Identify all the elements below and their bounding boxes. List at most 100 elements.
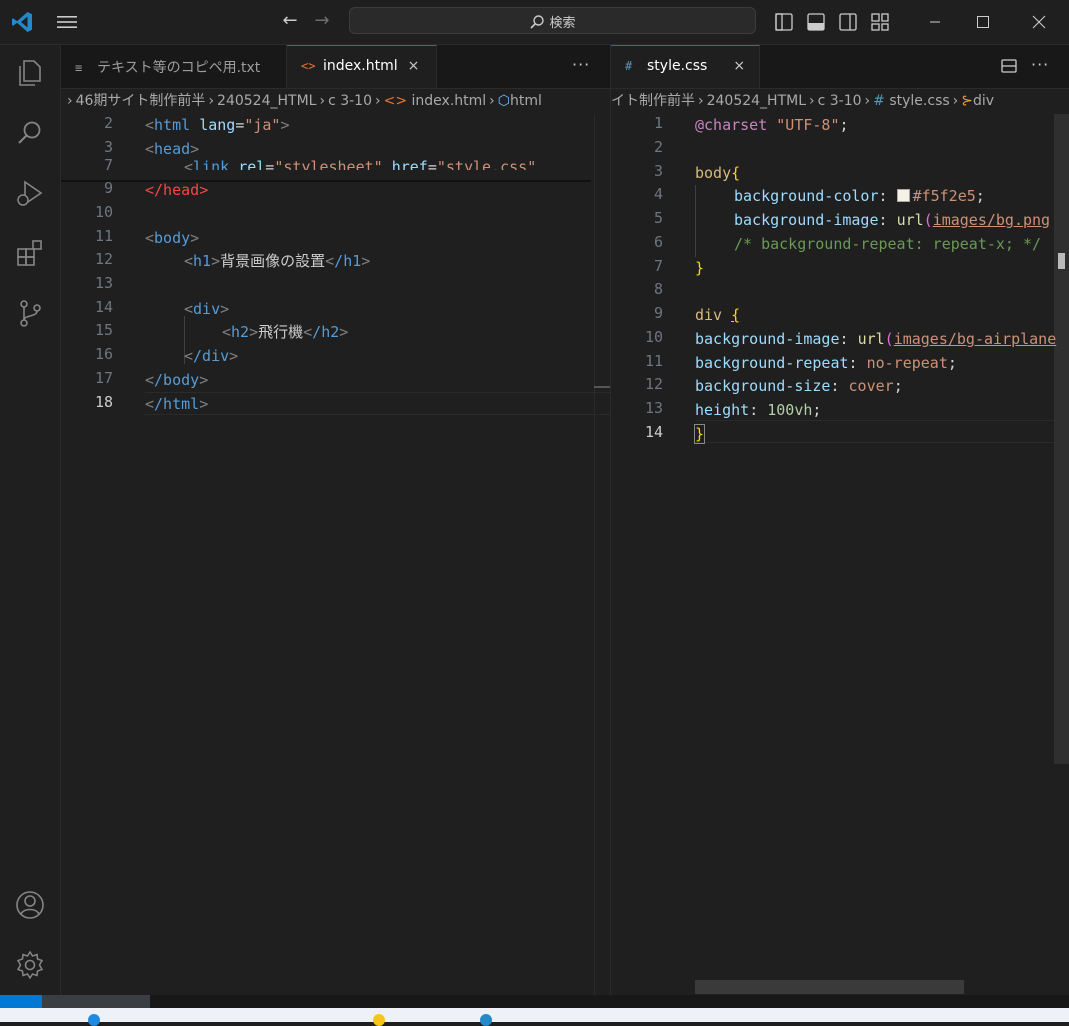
extensions-icon[interactable]	[13, 236, 47, 270]
search-view-icon[interactable]	[13, 116, 47, 150]
vertical-scrollbar[interactable]	[1054, 114, 1069, 764]
code-line: background-color: #f5f2e5;	[734, 187, 985, 205]
line-number: 2	[653, 138, 663, 156]
split-editor-icon[interactable]	[1000, 57, 1018, 75]
close-tab-icon[interactable]: ×	[733, 58, 745, 74]
line-number: 12	[94, 250, 113, 268]
more-actions-icon[interactable]: ···	[572, 55, 590, 74]
code-line: height: 100vh;	[695, 401, 822, 419]
code-line: </body>	[145, 371, 209, 389]
line-number: 3	[653, 162, 663, 180]
line-number: 9	[103, 179, 113, 197]
minimize-icon[interactable]	[912, 6, 958, 38]
close-window-icon[interactable]	[1016, 6, 1062, 38]
more-actions-icon[interactable]: ···	[1031, 55, 1049, 74]
line-number: 10	[644, 328, 663, 346]
code-line: </html>	[145, 395, 209, 413]
taskbar-app-icon[interactable]	[480, 1014, 492, 1026]
tab-bar: ≡ テキスト等のコピペ用.txt <> index.html × ···	[61, 45, 610, 89]
line-number: 12	[644, 375, 663, 393]
manage-gear-icon[interactable]	[13, 948, 47, 982]
code-line: <link rel="stylesheet" href="style.css"	[184, 158, 537, 170]
indent-guide	[695, 185, 696, 257]
scrollbar-thumb[interactable]	[1058, 253, 1065, 269]
code-line: background-image: url(images/bg.png	[734, 211, 1051, 229]
symbol-icon: ⊱	[961, 93, 973, 109]
line-number: 13	[94, 274, 113, 292]
accounts-icon[interactable]	[13, 888, 47, 922]
tab-label: index.html	[323, 58, 398, 74]
color-swatch[interactable]	[896, 189, 910, 202]
tab-label: テキスト等のコピペ用.txt	[97, 60, 261, 76]
status-bar	[0, 995, 1069, 1008]
code-line: <h1>背景画像の設置</h1>	[184, 252, 371, 270]
css-file-icon: #	[625, 59, 633, 73]
editor-group-right: # style.css × ··· イト制作前半 › 240524_HTML › c 3-1…	[611, 45, 1069, 995]
line-number: 13	[644, 399, 663, 417]
sticky-scroll-shadow	[61, 180, 591, 182]
line-number: 7	[653, 257, 663, 275]
breadcrumb-item[interactable]: html	[510, 93, 542, 109]
close-tab-icon[interactable]: ×	[408, 58, 420, 74]
restricted-mode-indicator[interactable]	[42, 995, 150, 1008]
line-number: 8	[653, 280, 663, 298]
current-line-highlight	[695, 420, 1069, 443]
breadcrumb-item[interactable]: 46期サイト制作前半	[76, 93, 206, 109]
customize-layout-icon[interactable]	[869, 11, 891, 33]
os-taskbar	[0, 1008, 1069, 1026]
code-line: <div>	[184, 300, 230, 318]
explorer-icon[interactable]	[13, 56, 47, 90]
code-line: div {	[695, 306, 741, 324]
line-number: 1	[653, 114, 663, 132]
vscode-logo-icon[interactable]	[10, 10, 34, 34]
breadcrumb-item[interactable]: c 3-10	[328, 93, 372, 109]
tab-style-css[interactable]: # style.css ×	[611, 45, 760, 88]
forward-arrow-icon[interactable]: →	[310, 10, 334, 34]
hamburger-menu-icon[interactable]	[56, 12, 78, 32]
code-line: body{	[695, 164, 741, 182]
minimap-edge	[594, 114, 595, 995]
code-editor-css[interactable]: 1 2 3 4 5 6 7 8 9 10 11 12 13 14 @charse…	[611, 114, 1069, 995]
code-line: /* background-repeat: repeat-x; */	[734, 235, 1042, 253]
tab-index-html[interactable]: <> index.html ×	[287, 45, 437, 88]
line-number: 17	[94, 369, 113, 387]
line-number: 4	[653, 185, 663, 203]
source-control-icon[interactable]	[13, 296, 47, 330]
title-bar: ← → 検索	[0, 0, 1069, 45]
breadcrumb-item[interactable]: イト制作前半	[611, 93, 695, 109]
breadcrumb-item[interactable]: style.css	[889, 93, 949, 109]
current-line-highlight	[145, 392, 610, 415]
toggle-secondary-sidebar-icon[interactable]	[837, 11, 859, 33]
taskbar-app-icon[interactable]	[373, 1014, 385, 1026]
remote-indicator[interactable]	[0, 995, 42, 1008]
toggle-primary-sidebar-icon[interactable]	[773, 11, 795, 33]
code-editor-html[interactable]: 2 3 7 9 10 11 12 13 14 15 16 17 18 <html…	[61, 114, 610, 995]
line-number: 3	[103, 138, 113, 156]
line-number: 9	[653, 304, 663, 322]
breadcrumb-item[interactable]: c 3-10	[818, 93, 862, 109]
code-line: }	[693, 424, 706, 444]
toggle-panel-icon[interactable]	[805, 11, 827, 33]
tab-copy-txt[interactable]: ≡ テキスト等のコピペ用.txt	[61, 45, 287, 88]
horizontal-scrollbar[interactable]	[695, 980, 964, 994]
maximize-icon[interactable]	[960, 6, 1006, 38]
breadcrumb-item[interactable]: div	[973, 93, 994, 109]
line-number: 2	[103, 114, 113, 132]
back-arrow-icon[interactable]: ←	[278, 10, 302, 34]
breadcrumb-item[interactable]: index.html	[412, 93, 487, 109]
line-number: 14	[94, 298, 113, 316]
code-line: background-image: url(images/bg-airplane	[695, 330, 1057, 348]
command-center-search[interactable]: 検索	[349, 7, 756, 34]
code-line: @charset "UTF-8";	[695, 116, 849, 134]
line-number: 18	[94, 393, 113, 411]
breadcrumb: › 46期サイト制作前半 › 240524_HTML › c 3-10 › <> index.…	[67, 93, 542, 109]
line-number: 5	[653, 209, 663, 227]
breadcrumb-item[interactable]: 240524_HTML	[217, 93, 316, 109]
code-line: </head>	[145, 181, 209, 199]
run-and-debug-icon[interactable]	[13, 176, 47, 210]
code-line: }	[695, 259, 705, 277]
taskbar-app-icon[interactable]	[88, 1014, 100, 1026]
breadcrumb-item[interactable]: 240524_HTML	[707, 93, 806, 109]
line-number: 16	[94, 345, 113, 363]
search-icon	[530, 15, 545, 29]
